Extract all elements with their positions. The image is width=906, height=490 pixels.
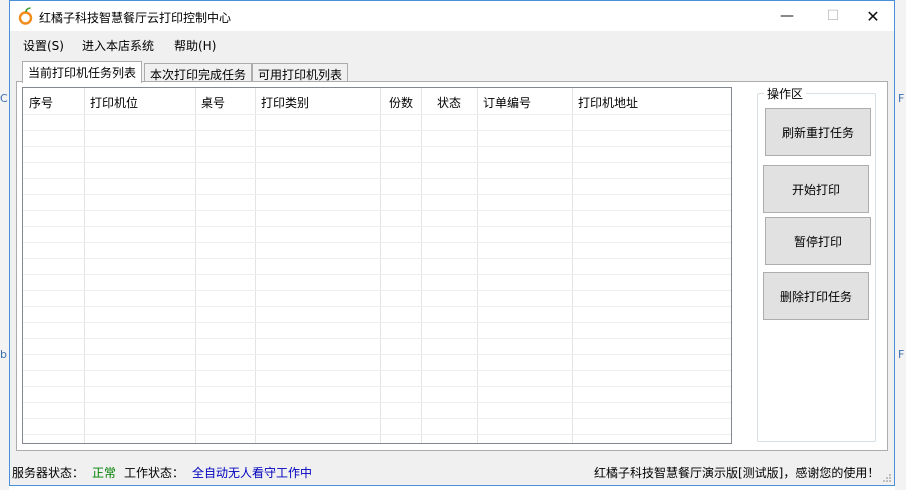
footer-message: 红橘子科技智慧餐厅演示版[测试版]，感谢您的使用！	[594, 466, 880, 480]
column-header-copies[interactable]: 份数	[389, 94, 413, 111]
column-divider	[421, 88, 422, 443]
row-divider	[23, 146, 731, 147]
tab-current-tasks[interactable]: 当前打印机任务列表	[22, 61, 143, 83]
print-control-window: 红橘子科技智慧餐厅云打印控制中心 — ☐ ✕ 设置(S) 进入本店系统 帮助(H…	[9, 0, 895, 486]
server-status-label: 服务器状态：	[12, 466, 85, 480]
row-divider	[23, 178, 731, 179]
column-divider	[572, 88, 573, 443]
row-divider	[23, 434, 731, 435]
pause-print-button[interactable]: 暂停打印	[765, 217, 871, 265]
start-print-button[interactable]: 开始打印	[763, 165, 869, 213]
row-divider	[23, 258, 731, 259]
row-divider	[23, 290, 731, 291]
menu-bar: 设置(S) 进入本店系统 帮助(H)	[10, 32, 894, 56]
delete-print-task-button[interactable]: 删除打印任务	[763, 272, 869, 320]
column-header-index[interactable]: 序号	[29, 94, 53, 111]
work-status-label: 工作状态：	[124, 466, 185, 480]
column-header-printer-position[interactable]: 打印机位	[90, 94, 138, 111]
column-header-order-number[interactable]: 订单编号	[483, 94, 531, 111]
row-divider	[23, 130, 731, 131]
tab-completed-tasks[interactable]: 本次打印完成任务	[144, 63, 253, 83]
row-divider	[23, 194, 731, 195]
row-divider	[23, 242, 731, 243]
row-divider	[23, 322, 731, 323]
resize-grip-icon[interactable]	[882, 473, 892, 483]
row-divider	[23, 402, 731, 403]
row-divider	[23, 370, 731, 371]
column-divider	[195, 88, 196, 443]
tab-printer-list[interactable]: 可用打印机列表	[252, 63, 349, 83]
menu-help[interactable]: 帮助(H)	[174, 37, 216, 54]
column-divider	[380, 88, 381, 443]
refresh-reprint-button[interactable]: 刷新重打任务	[765, 108, 871, 156]
operation-group-title: 操作区	[764, 85, 807, 102]
window-title: 红橘子科技智慧餐厅云打印控制中心	[39, 11, 232, 25]
row-divider	[23, 210, 731, 211]
row-divider	[23, 226, 731, 227]
server-status-value: 正常	[92, 466, 117, 480]
column-header-table-number[interactable]: 桌号	[201, 94, 225, 111]
background-glyph: b	[0, 348, 7, 361]
row-divider	[23, 354, 731, 355]
background-window-right	[895, 0, 906, 490]
column-header-status[interactable]: 状态	[437, 94, 461, 111]
row-divider	[23, 162, 731, 163]
row-divider	[23, 418, 731, 419]
row-divider	[23, 114, 731, 115]
title-bar: 红橘子科技智慧餐厅云打印控制中心 — ☐ ✕	[10, 1, 894, 31]
column-header-print-category[interactable]: 打印类别	[261, 94, 309, 111]
column-divider	[477, 88, 478, 443]
background-glyph: F	[898, 92, 905, 105]
work-status-value: 全自动无人看守工作中	[192, 466, 313, 480]
background-window-left	[0, 0, 9, 490]
row-divider	[23, 338, 731, 339]
background-glyph: C	[0, 92, 8, 105]
column-divider	[255, 88, 256, 443]
menu-settings[interactable]: 设置(S)	[23, 37, 64, 54]
status-bar: 服务器状态： 正常 工作状态： 全自动无人看守工作中 红橘子科技智慧餐厅演示版[…	[10, 459, 894, 485]
column-divider	[84, 88, 85, 443]
minimize-button[interactable]: —	[764, 1, 810, 31]
row-divider	[23, 386, 731, 387]
column-header-printer-address[interactable]: 打印机地址	[578, 94, 638, 111]
table-header: 序号 打印机位 桌号 打印类别 份数 状态 订单编号 打印机地址	[23, 88, 731, 114]
orange-logo-icon	[18, 7, 33, 25]
background-glyph: F	[898, 348, 905, 361]
print-task-table[interactable]: 序号 打印机位 桌号 打印类别 份数 状态 订单编号 打印机地址	[22, 87, 732, 444]
close-button[interactable]: ✕	[850, 1, 896, 31]
row-divider	[23, 274, 731, 275]
row-divider	[23, 306, 731, 307]
menu-enter-store[interactable]: 进入本店系统	[82, 37, 154, 54]
